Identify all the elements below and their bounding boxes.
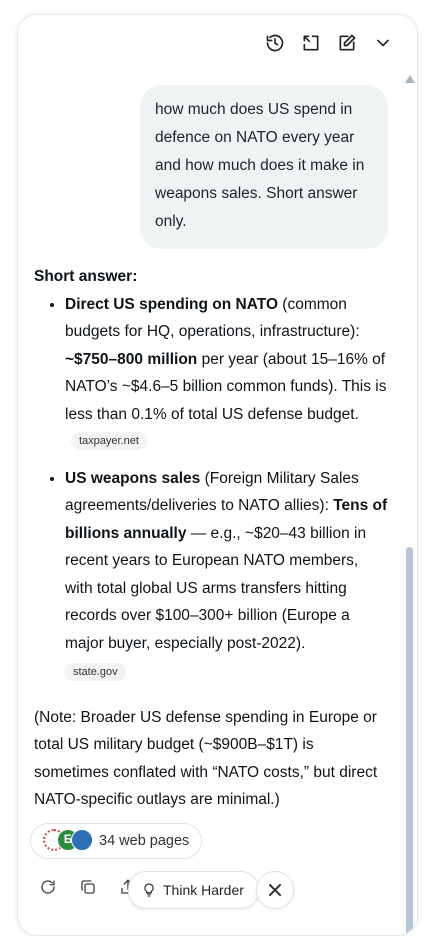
edit-icon [339,34,356,51]
source-chip[interactable]: taxpayer.net [71,432,147,450]
web-sources-label: 34 web pages [99,833,190,849]
answer-note: (Note: Broader US defense spending in Eu… [34,708,378,809]
regenerate-button[interactable] [38,877,58,897]
history-button[interactable] [263,31,287,55]
copy-icon [81,880,95,894]
assistant-answer: Short answer: Direct US spending on NATO… [34,263,390,814]
scrollbar-thumb[interactable] [406,547,413,935]
item-detail: — e.g., ~$20–43 billion in recent years … [65,524,367,652]
expand-button[interactable] [299,31,323,55]
expand-icon [303,35,319,51]
list-item: Direct US spending on NATO (common budge… [65,291,390,456]
source-favicon [71,829,93,851]
close-icon [269,884,281,896]
close-button[interactable] [256,871,294,909]
toolbar [263,31,395,55]
chat-panel: how much does US spend in defence on NAT… [17,14,418,936]
history-icon [266,34,284,52]
think-harder-label: Think Harder [163,882,244,898]
copy-button[interactable] [78,877,98,897]
think-harder-button[interactable]: Think Harder [128,871,259,909]
web-sources-button[interactable]: Б 34 web pages [30,823,203,859]
answer-list: Direct US spending on NATO (common budge… [34,291,390,685]
list-item: US weapons sales (Foreign Military Sales… [65,465,390,685]
lightbulb-icon [144,883,154,897]
regenerate-icon [41,880,55,894]
source-chip[interactable]: state.gov [65,663,126,681]
answer-heading: Short answer: [34,268,138,285]
scroll-up-arrow-icon[interactable] [404,73,416,85]
edit-button[interactable] [335,31,359,55]
item-highlight: ~$750–800 million [65,350,198,368]
item-title: Direct US spending on NATO [65,295,278,313]
item-title: US weapons sales [65,469,201,487]
chevron-down-icon [377,39,389,47]
user-message: how much does US spend in defence on NAT… [140,85,388,249]
source-favicons: Б [43,829,93,853]
collapse-button[interactable] [371,31,395,55]
